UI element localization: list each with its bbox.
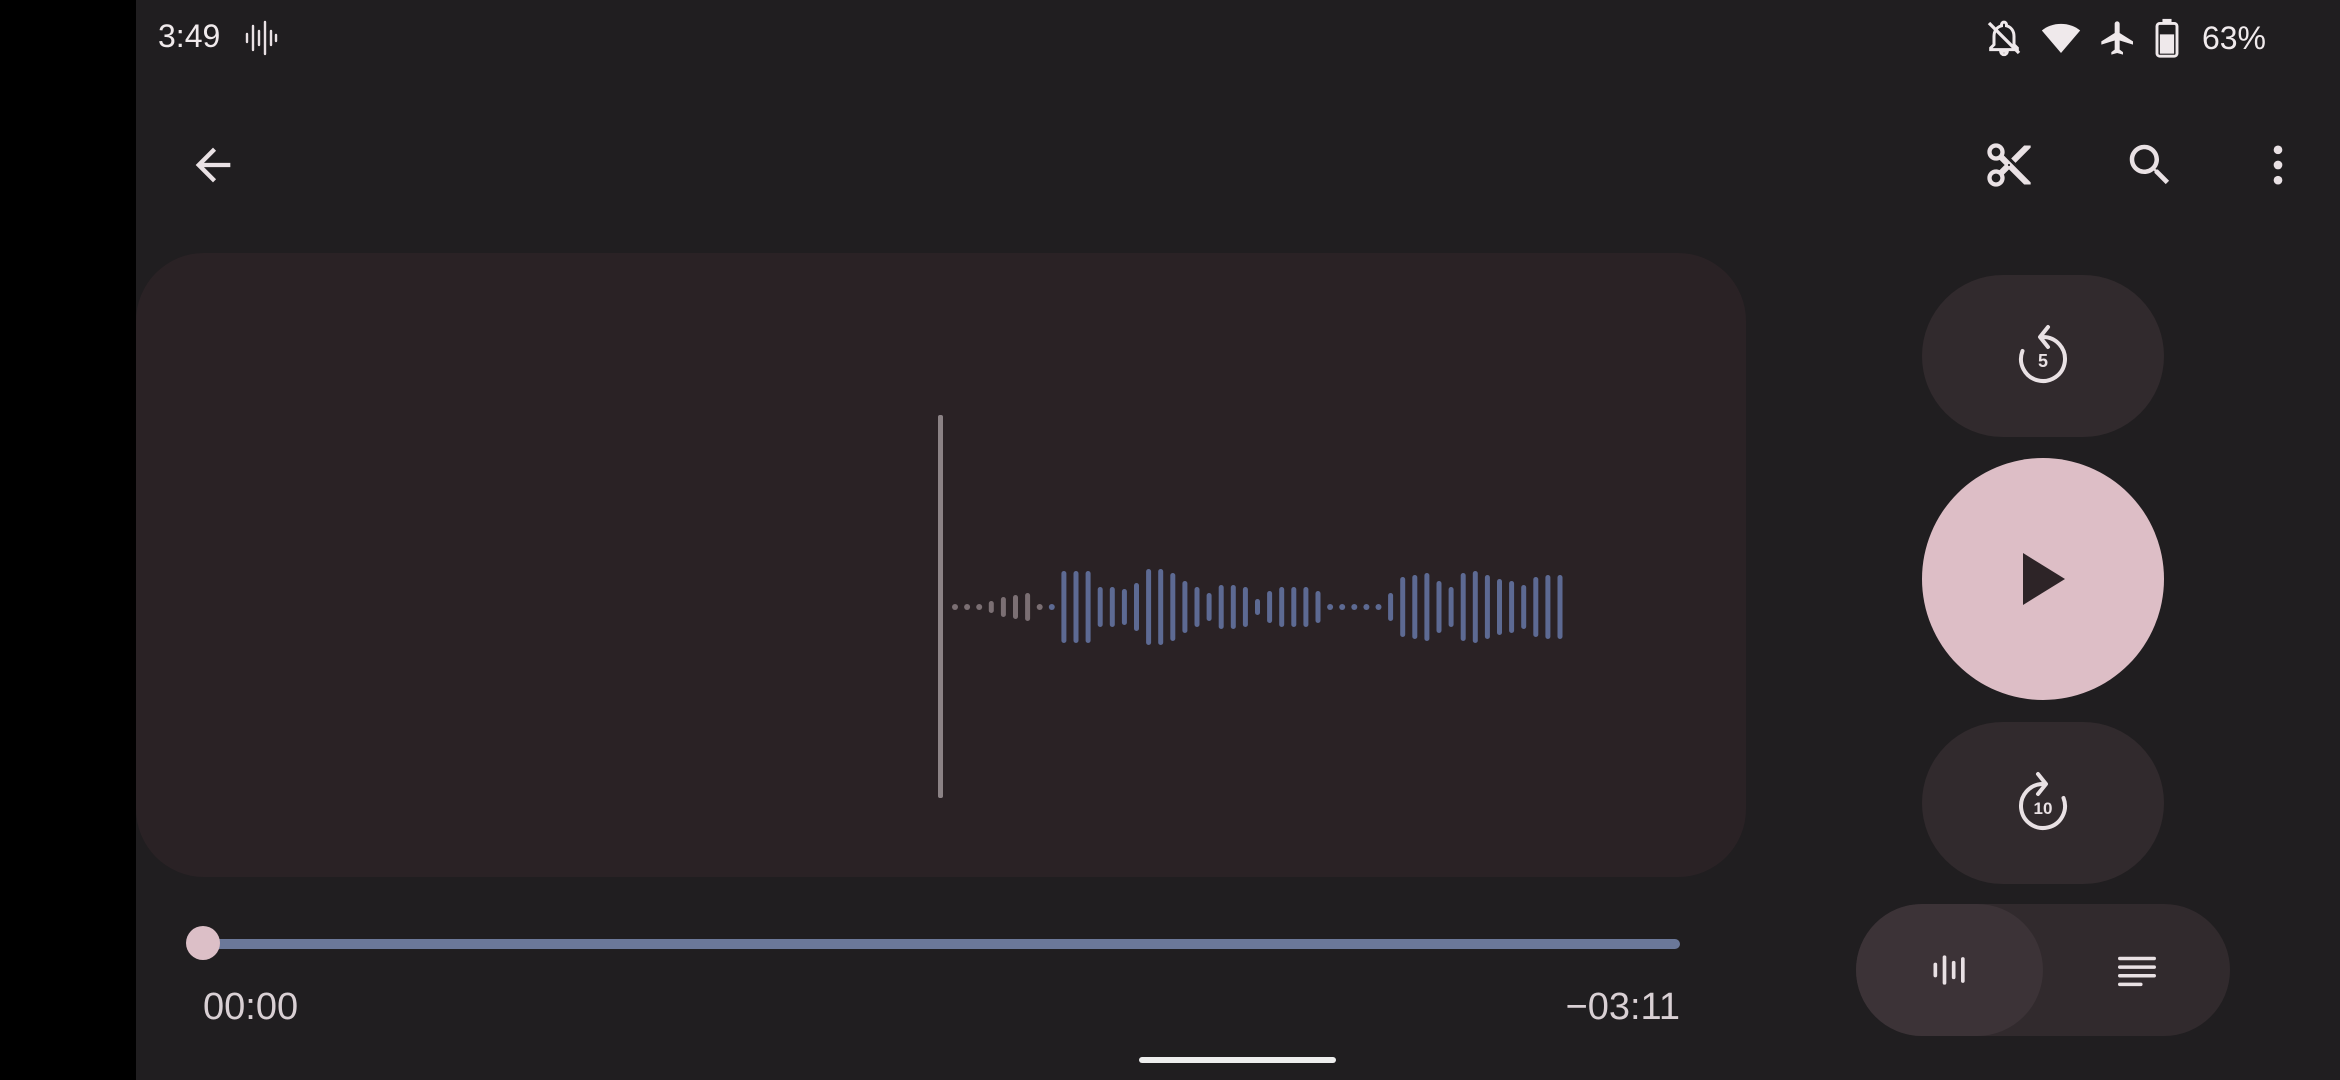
waveform-bar <box>1230 585 1236 629</box>
waveform-bar <box>1315 591 1321 623</box>
scissors-icon <box>1987 143 2031 187</box>
waveform-bar <box>1025 593 1031 621</box>
waveform-view-toggle[interactable] <box>1856 904 2043 1036</box>
waveform-bar <box>1158 569 1164 645</box>
waveform-bar <box>1218 585 1224 629</box>
waveform-bar <box>1013 595 1018 619</box>
waveform-bar <box>1194 587 1200 627</box>
recorder-icon <box>245 20 278 56</box>
status-time: 3:49 <box>158 18 221 54</box>
rewind-5-button[interactable]: 5 <box>1922 275 2164 437</box>
waveform-bar <box>1085 571 1091 643</box>
waveform-bar <box>1061 571 1067 643</box>
status-icons: 63% <box>1984 16 2266 60</box>
waveform-icon <box>1933 955 1965 985</box>
trim-button[interactable] <box>1964 120 2054 210</box>
battery-percent: 63% <box>2201 19 2266 56</box>
waveform-bar <box>1206 593 1212 621</box>
remaining-time: −03:11 <box>1565 986 1680 1028</box>
current-time: 00:00 <box>203 986 299 1028</box>
waveform-bar <box>1521 585 1527 629</box>
waveform-bar <box>1097 587 1103 627</box>
waveform-bar <box>1460 573 1466 641</box>
waveform-bar <box>1557 575 1563 639</box>
waveform-bar <box>1497 579 1502 635</box>
waveform-bar <box>1545 575 1551 639</box>
home-indicator[interactable] <box>1139 1057 1336 1063</box>
play-button[interactable] <box>1922 458 2164 700</box>
waveform-bar <box>1412 575 1418 639</box>
camera-cutout-area <box>0 0 136 1080</box>
waveform-bar <box>952 604 958 610</box>
view-toggle <box>1856 904 2230 1036</box>
seek-thumb[interactable] <box>186 926 220 960</box>
waveform-bar <box>1255 599 1260 615</box>
transcript-view-toggle[interactable] <box>2043 904 2230 1036</box>
seek-bar[interactable] <box>203 939 1680 949</box>
waveform-bar <box>1303 587 1309 627</box>
waveform-bar <box>1363 604 1370 610</box>
more-options-button[interactable] <box>2233 120 2323 210</box>
waveform-bar <box>1436 581 1442 633</box>
waveform-bar <box>1267 591 1273 623</box>
waveform-bar <box>1351 604 1358 610</box>
waveform-panel[interactable] <box>136 253 1746 877</box>
more-vert-icon <box>2273 145 2283 185</box>
waveform-bar <box>988 601 994 613</box>
waveform-bar <box>964 604 971 610</box>
waveform-bar <box>1182 581 1188 633</box>
waveform-bar <box>976 604 983 610</box>
airplane-icon <box>2101 21 2133 55</box>
waveform-bar <box>1291 587 1297 627</box>
waveform-bar <box>1484 575 1490 639</box>
waveform-bar <box>1134 583 1139 631</box>
waveform-bar <box>1036 604 1043 610</box>
waveform-bar <box>1424 573 1430 641</box>
waveform-bar <box>1279 587 1285 627</box>
rewind-seconds-label: 5 <box>2038 351 2048 371</box>
forward-10-button[interactable]: 10 <box>1922 722 2164 884</box>
waveform-bar <box>1170 573 1176 641</box>
waveform-bar <box>1109 587 1115 627</box>
forward-10-icon: 10 <box>2019 772 2067 830</box>
playhead-line <box>938 415 943 798</box>
play-icon <box>2023 553 2065 605</box>
waveform-bar <box>1339 604 1346 610</box>
forward-seconds-label: 10 <box>2034 799 2053 818</box>
back-icon <box>195 147 231 183</box>
back-button[interactable] <box>168 120 258 210</box>
search-button[interactable] <box>2105 120 2195 210</box>
waveform-bar <box>1000 597 1006 617</box>
waveform-bar <box>1375 604 1382 610</box>
wifi-icon <box>2041 23 2081 53</box>
waveform-bar <box>1146 569 1152 645</box>
waveform-bar <box>1400 577 1406 637</box>
transcript-icon <box>2117 956 2156 987</box>
waveform-bar <box>1533 577 1539 637</box>
replay-5-icon: 5 <box>2019 325 2067 383</box>
bell-off-icon <box>1987 20 2021 57</box>
waveform-bar <box>1242 587 1248 627</box>
waveform-bar <box>1048 604 1055 610</box>
search-icon <box>2129 144 2170 185</box>
waveform-bar <box>1073 571 1079 643</box>
waveform <box>938 415 1563 798</box>
waveform-bar <box>1509 581 1515 633</box>
waveform-bar <box>1388 593 1394 621</box>
battery-icon <box>2155 18 2179 58</box>
waveform-bar <box>1121 589 1127 625</box>
waveform-bar <box>1448 587 1454 627</box>
waveform-bar <box>1472 571 1478 643</box>
waveform-bar <box>1327 604 1334 610</box>
